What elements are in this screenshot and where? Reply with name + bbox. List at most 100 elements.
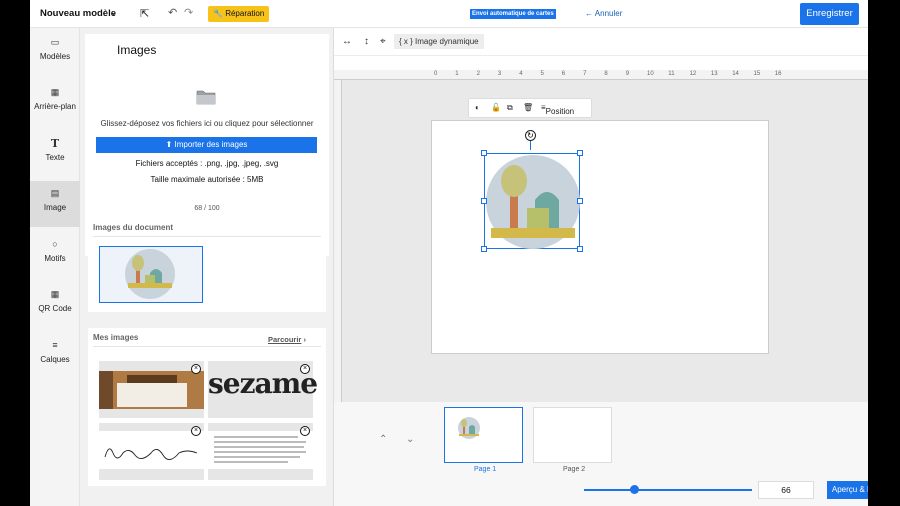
unlock-icon[interactable]: 🔓 — [491, 103, 501, 112]
redo-icon[interactable]: ↷ — [184, 6, 193, 19]
ruler-tick: 8 — [604, 71, 608, 77]
horizontal-ruler: 0 1 2 3 4 5 6 7 8 9 10 11 12 13 14 15 16 — [334, 70, 868, 80]
ruler-tick: 5 — [540, 71, 544, 77]
cancel-label: Annuler — [594, 9, 623, 18]
remove-image-icon[interactable]: × — [191, 364, 201, 374]
document-image-thumbnail[interactable] — [99, 246, 203, 303]
page-thumbnail-1[interactable] — [444, 407, 523, 463]
dynamic-image-button[interactable]: { x } Image dynamique — [394, 34, 484, 49]
ruler-tick: 1 — [455, 71, 459, 77]
flip-horizontal-icon[interactable]: ↔ — [342, 36, 352, 47]
app-window: Nouveau modèle ⌄ ⇱ ↶ ↷ 🔧 Réparation Envo… — [30, 0, 868, 506]
image-tile-document[interactable]: × — [208, 423, 313, 480]
rail-label: Modèles — [39, 52, 71, 61]
bottom-bar: ⌃ ⌄ Page 1 Page 2 66 Aperçu & Export — [334, 402, 868, 506]
ruler-tick: 6 — [561, 71, 566, 77]
zoom-slider[interactable] — [584, 489, 752, 491]
resize-handle[interactable] — [481, 150, 487, 156]
crop-icon[interactable]: ⌖ — [380, 36, 386, 47]
resize-handle[interactable] — [577, 246, 583, 252]
qrcode-icon: ▦ — [50, 289, 60, 299]
rail-label: Arrière-plan — [34, 102, 76, 111]
rail-item-shapes[interactable]: ○ Motifs — [30, 232, 80, 278]
undo-icon[interactable]: ↶ — [168, 6, 177, 19]
rail-label: QR Code — [38, 304, 72, 313]
left-rail: ▭ Modèles ▦ Arrière-plan T Texte ▤ Image… — [30, 28, 80, 506]
rail-item-background[interactable]: ▦ Arrière-plan — [30, 80, 80, 126]
rotate-icon[interactable]: ↻ — [525, 130, 536, 141]
repair-label: Réparation — [225, 9, 265, 18]
ruler-tick: 13 — [710, 71, 718, 77]
rail-item-templates[interactable]: ▭ Modèles — [30, 30, 80, 76]
preview-export-button[interactable]: Aperçu & Export — [827, 481, 868, 499]
repair-button[interactable]: 🔧 Réparation — [208, 6, 270, 22]
image-tile-bedroom[interactable]: × — [99, 361, 204, 418]
ruler-tick: 4 — [519, 71, 523, 77]
top-bar: Nouveau modèle ⌄ ⇱ ↶ ↷ 🔧 Réparation Envo… — [30, 0, 868, 28]
opacity-icon[interactable]: ◐ — [475, 103, 480, 112]
rail-item-text[interactable]: T Texte — [30, 131, 80, 177]
cancel-link[interactable]: ← Annuler — [585, 9, 622, 18]
selected-image[interactable]: ↻ — [481, 130, 583, 252]
duplicate-icon[interactable]: ⧉ — [507, 103, 513, 113]
resize-handle[interactable] — [577, 198, 583, 204]
rail-label: Texte — [45, 153, 65, 162]
rail-label: Image — [43, 203, 67, 212]
image-count: 68 / 100 — [194, 205, 220, 212]
context-toolbar: ◐ 🔓 ⧉ 🗑 ≡ Position — [468, 98, 592, 118]
browse-link[interactable]: Parcourir › — [268, 335, 306, 344]
rail-item-layers[interactable]: ≡ Calques — [30, 333, 80, 379]
ruler-tick: 7 — [583, 71, 587, 77]
rail-item-image[interactable]: ▤ Image — [30, 181, 80, 227]
rail-item-qrcode[interactable]: ▦ QR Code — [30, 282, 80, 328]
drop-text: Glissez-déposez vos fichiers ici ou cliq… — [100, 119, 314, 128]
resize-handle[interactable] — [481, 198, 487, 204]
signature-image — [99, 431, 204, 469]
collapse-icon[interactable]: ⇱ — [140, 7, 149, 20]
background-icon: ▦ — [50, 87, 60, 97]
trash-icon[interactable]: 🗑 — [523, 103, 533, 112]
layers-icon: ≡ — [52, 340, 58, 350]
import-images-button[interactable]: ⬆ Importer des images — [96, 137, 317, 153]
zoom-input[interactable]: 66 — [758, 481, 814, 499]
ruler-tick: 16 — [774, 71, 782, 77]
resize-handle[interactable] — [481, 246, 487, 252]
chevron-down-icon[interactable]: ⌄ — [110, 7, 118, 18]
panel-header: Images — [85, 34, 329, 68]
doc-images-title: Images du document — [93, 223, 174, 232]
image-tile-sezame[interactable]: sezame × — [208, 361, 318, 418]
page-label-2: Page 2 — [563, 466, 586, 473]
divider — [93, 236, 321, 237]
remove-image-icon[interactable]: × — [191, 426, 201, 436]
chevron-down-icon[interactable]: ⌄ — [406, 434, 414, 445]
vertical-ruler — [334, 80, 342, 402]
save-button[interactable]: Enregistrer — [800, 3, 859, 25]
position-label: Position — [545, 107, 575, 116]
canvas-toolbar: ↔ ↕ ⌖ { x } Image dynamique — [334, 28, 868, 56]
zoom-slider-knob[interactable] — [630, 485, 640, 494]
my-images-section: Mes images Parcourir › × sezame × × × — [88, 328, 326, 486]
page-thumbnail-2[interactable] — [533, 407, 612, 463]
panel-title: Images — [117, 43, 157, 57]
model-title[interactable]: Nouveau modèle — [40, 8, 116, 19]
position-button[interactable]: ≡ Position — [541, 103, 574, 116]
document-images-section: Images du document — [88, 218, 326, 312]
remove-image-icon[interactable]: × — [300, 426, 310, 436]
browse-label: Parcourir — [268, 335, 302, 344]
ruler-tick: 2 — [476, 71, 480, 77]
text-document-image — [208, 431, 313, 469]
remove-image-icon[interactable]: × — [300, 364, 310, 374]
ruler-tick: 12 — [689, 71, 697, 77]
divider — [93, 346, 321, 347]
image-tile-signature[interactable]: × — [99, 423, 204, 480]
tree-illustration — [125, 249, 175, 299]
tree-illustration — [458, 417, 480, 439]
text-icon: T — [50, 137, 60, 150]
flip-vertical-icon[interactable]: ↕ — [364, 36, 369, 47]
chevron-up-icon[interactable]: ⌃ — [379, 434, 387, 445]
shapes-icon: ○ — [52, 239, 58, 249]
resize-handle[interactable] — [577, 150, 583, 156]
ruler-tick: 3 — [497, 71, 502, 77]
canvas-workspace[interactable]: ◐ 🔓 ⧉ 🗑 ≡ Position ↻ — [342, 80, 868, 402]
design-page[interactable]: ↻ — [431, 120, 769, 354]
